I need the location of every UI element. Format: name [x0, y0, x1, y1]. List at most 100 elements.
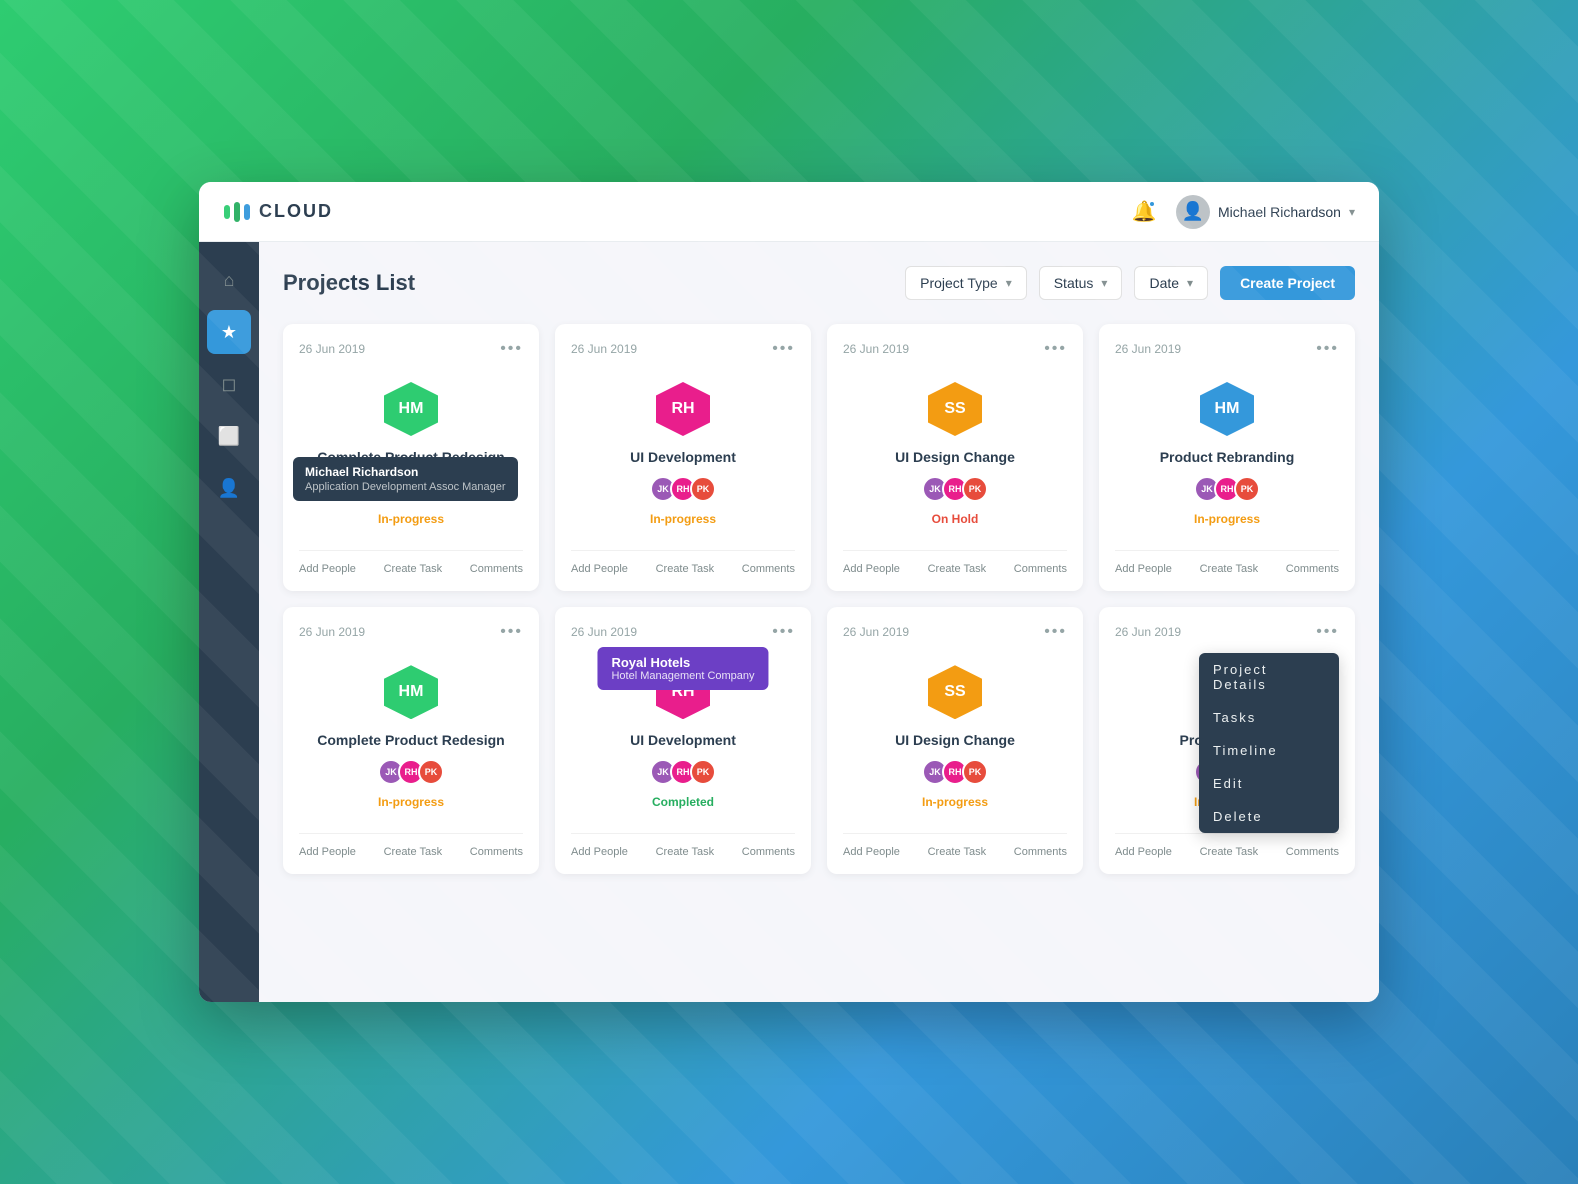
- card-date: 26 Jun 2019: [299, 625, 365, 639]
- avatar: PK: [690, 476, 716, 502]
- avatar: 👤: [1176, 195, 1210, 229]
- sidebar-item-folder[interactable]: ⬜: [207, 414, 251, 458]
- card-footer: Add People Create Task Comments: [843, 842, 1067, 858]
- page-header: Projects List Project Type ▾ Status ▾ Da…: [283, 266, 1355, 300]
- user-menu[interactable]: 👤 Michael Richardson ▾: [1176, 195, 1355, 229]
- avatar: PK: [690, 759, 716, 785]
- card-action[interactable]: Comments: [1286, 846, 1339, 858]
- card-action[interactable]: Comments: [470, 846, 523, 858]
- card-action[interactable]: Create Task: [928, 563, 987, 575]
- sidebar-item-star[interactable]: ★: [207, 310, 251, 354]
- card-action[interactable]: Add People: [1115, 846, 1172, 858]
- context-menu-item[interactable]: Delete: [1199, 800, 1339, 833]
- project-name: Product Rebranding: [1160, 448, 1295, 466]
- card-menu-button[interactable]: •••: [500, 623, 523, 641]
- card-action[interactable]: Create Task: [928, 846, 987, 858]
- card-action[interactable]: Comments: [742, 846, 795, 858]
- avatar-group: JKRHPK: [1194, 476, 1260, 502]
- card-menu-button[interactable]: •••: [1044, 340, 1067, 358]
- avatar-group: JKRHPK: [650, 759, 716, 785]
- card-divider: [843, 833, 1067, 834]
- card-action[interactable]: Create Task: [1200, 846, 1259, 858]
- sidebar-item-document[interactable]: ◻: [207, 362, 251, 406]
- card-action[interactable]: Add People: [1115, 563, 1172, 575]
- card-menu-button[interactable]: •••: [772, 623, 795, 641]
- card-divider: [299, 833, 523, 834]
- card-menu-button[interactable]: •••Project DetailsTasksTimelineEditDelet…: [1316, 623, 1339, 641]
- context-menu-item[interactable]: Edit: [1199, 767, 1339, 800]
- sidebar: ⌂ ★ ◻ ⬜ 👤: [199, 242, 259, 1002]
- card-action[interactable]: Create Task: [656, 563, 715, 575]
- card-action[interactable]: Add People: [571, 846, 628, 858]
- sidebar-item-home[interactable]: ⌂: [207, 258, 251, 302]
- avatar-group: JKRHPK: [922, 476, 988, 502]
- projects-grid: 26 Jun 2019 ••• HM Complete Product Rede…: [283, 324, 1355, 874]
- card-menu-button[interactable]: •••: [1316, 340, 1339, 358]
- card-divider: [1115, 833, 1339, 834]
- project-type-dropdown[interactable]: Project Type ▾: [905, 266, 1027, 300]
- notification-bell[interactable]: 🔔: [1128, 196, 1160, 228]
- card-body: HM Complete Product Redesign JKRHPK In-p…: [299, 657, 523, 825]
- card-footer: Add People Create Task Comments: [299, 842, 523, 858]
- card-date: 26 Jun 2019: [1115, 625, 1181, 639]
- avatar: PK: [418, 759, 444, 785]
- card-footer: Add People Create Task Comments: [571, 559, 795, 575]
- card-body: SS UI Design Change JKRHPK On Hold: [843, 374, 1067, 542]
- date-dropdown[interactable]: Date ▾: [1134, 266, 1208, 300]
- card-menu-button[interactable]: •••: [772, 340, 795, 358]
- card-action[interactable]: Create Task: [1200, 563, 1259, 575]
- card-footer: Add People Create Task Comments: [299, 559, 523, 575]
- navbar-right: 🔔 👤 Michael Richardson ▾: [1128, 195, 1355, 229]
- card-action[interactable]: Comments: [1286, 563, 1339, 575]
- avatar-group: JKMHPK: [378, 476, 444, 502]
- content-area: Projects List Project Type ▾ Status ▾ Da…: [259, 242, 1379, 1002]
- avatar: PK: [962, 759, 988, 785]
- card-action[interactable]: Create Task: [384, 563, 443, 575]
- chevron-down-icon: ▾: [1349, 205, 1355, 219]
- status-dropdown[interactable]: Status ▾: [1039, 266, 1123, 300]
- card-footer: Add People Create Task Comments: [1115, 559, 1339, 575]
- navbar: CLOUD 🔔 👤 Michael Richardson ▾: [199, 182, 1379, 242]
- card-action[interactable]: Add People: [843, 846, 900, 858]
- avatar: PK: [962, 476, 988, 502]
- project-card: 26 Jun 2019 ••• SS UI Design Change JKRH…: [827, 607, 1083, 874]
- card-header: 26 Jun 2019 •••: [571, 340, 795, 358]
- card-header: 26 Jun 2019 •••: [843, 623, 1067, 641]
- status-badge: In-progress: [650, 512, 716, 526]
- card-action[interactable]: Comments: [742, 563, 795, 575]
- card-action[interactable]: Add People: [843, 563, 900, 575]
- card-body: HM Product Rebranding JKRHPK In-progress: [1115, 374, 1339, 542]
- card-action[interactable]: Comments: [470, 563, 523, 575]
- context-menu-item[interactable]: Tasks: [1199, 701, 1339, 734]
- card-header: 26 Jun 2019 •••: [299, 340, 523, 358]
- project-name: Complete Product Redesign: [317, 448, 504, 466]
- card-menu-button[interactable]: •••: [500, 340, 523, 358]
- card-action[interactable]: Comments: [1014, 846, 1067, 858]
- card-footer: Add People Create Task Comments: [571, 842, 795, 858]
- create-project-button[interactable]: Create Project: [1220, 266, 1355, 300]
- page-title: Projects List: [283, 270, 415, 296]
- card-date: 26 Jun 2019: [843, 342, 909, 356]
- card-header: 26 Jun 2019 •••Project DetailsTasksTimel…: [1115, 623, 1339, 641]
- card-action[interactable]: Add People: [299, 563, 356, 575]
- project-icon: RH: [656, 665, 710, 719]
- avatar: PK: [418, 476, 444, 502]
- status-badge: Completed: [652, 795, 714, 809]
- project-card: 26 Jun 2019 ••• HM Complete Product Rede…: [283, 324, 539, 591]
- context-menu-item[interactable]: Project Details: [1199, 653, 1339, 701]
- card-divider: [299, 550, 523, 551]
- card-date: 26 Jun 2019: [843, 625, 909, 639]
- project-icon: HM: [384, 382, 438, 436]
- project-card: 26 Jun 2019 ••• RH UI Development JKRHPK…: [555, 324, 811, 591]
- brand: CLOUD: [223, 201, 333, 222]
- card-action[interactable]: Add People: [571, 563, 628, 575]
- card-action[interactable]: Create Task: [384, 846, 443, 858]
- card-menu-button[interactable]: •••: [1044, 623, 1067, 641]
- card-action[interactable]: Create Task: [656, 846, 715, 858]
- card-action[interactable]: Comments: [1014, 563, 1067, 575]
- context-menu-item[interactable]: Timeline: [1199, 734, 1339, 767]
- card-action[interactable]: Add People: [299, 846, 356, 858]
- main-layout: ⌂ ★ ◻ ⬜ 👤 Projects List Project Type ▾ S…: [199, 242, 1379, 1002]
- sidebar-item-people[interactable]: 👤: [207, 466, 251, 510]
- chevron-down-icon: ▾: [1006, 276, 1012, 290]
